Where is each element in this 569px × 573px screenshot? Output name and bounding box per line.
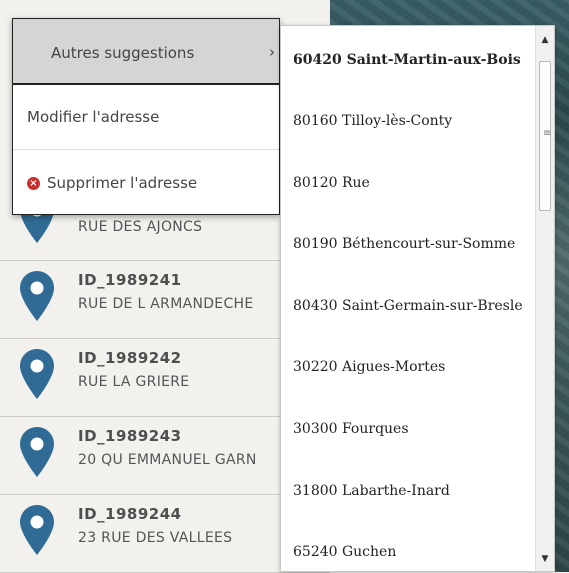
menu-item-label: Supprimer l'adresse: [47, 174, 198, 192]
suggestions-dropdown: 60420 Saint-Martin-aux-Bois 80160 Tilloy…: [280, 25, 555, 572]
menu-item-label: Autres suggestions: [51, 44, 195, 62]
suggestion-item[interactable]: 30300 Fourques: [293, 421, 409, 437]
suggestion-item[interactable]: 80160 Tilloy-lès-Conty: [293, 113, 452, 129]
address-id: ID_1989243: [78, 427, 182, 445]
menu-item-delete-address[interactable]: × Supprimer l'adresse: [13, 150, 279, 214]
address-id: ID_1989244: [78, 505, 182, 523]
map-pin-icon: [20, 271, 54, 321]
dropdown-scrollbar[interactable]: ▲ ≡ ▼: [535, 26, 554, 571]
menu-item-label: Modifier l'adresse: [27, 108, 160, 126]
address-text: RUE DE L ARMANDECHE: [78, 296, 254, 312]
scroll-down-arrow-icon[interactable]: ▼: [536, 551, 554, 567]
suggestion-item[interactable]: 80430 Saint-Germain-sur-Bresle: [293, 298, 523, 314]
suggestion-item[interactable]: 31800 Labarthe-Inard: [293, 483, 450, 499]
map-pin-icon: [20, 505, 54, 555]
suggestion-item[interactable]: 30220 Aigues-Mortes: [293, 359, 445, 375]
address-text: 23 RUE DES VALLEES: [78, 530, 233, 546]
grip-icon: ≡: [543, 128, 552, 139]
address-text: RUE DES AJONCS: [78, 219, 203, 235]
map-pin-icon: [20, 427, 54, 477]
address-text: RUE LA GRIERE: [78, 374, 190, 390]
suggestion-item[interactable]: 80190 Béthencourt-sur-Somme: [293, 236, 515, 252]
suggestion-item[interactable]: 80120 Rue: [293, 175, 370, 191]
address-id: ID_1989241: [78, 271, 182, 289]
menu-item-other-suggestions[interactable]: Autres suggestions ›: [13, 19, 279, 85]
menu-item-modify-address[interactable]: Modifier l'adresse: [13, 86, 279, 150]
address-text: 20 QU EMMANUEL GARN: [78, 452, 257, 468]
chevron-right-icon: ›: [269, 43, 275, 61]
context-menu: Autres suggestions › Modifier l'adresse …: [12, 18, 280, 215]
delete-circle-icon: ×: [27, 177, 40, 190]
scroll-up-arrow-icon[interactable]: ▲: [536, 32, 554, 48]
suggestion-item[interactable]: 65240 Guchen: [293, 544, 396, 560]
suggestion-item[interactable]: 60420 Saint-Martin-aux-Bois: [293, 52, 521, 68]
map-pin-icon: [20, 349, 54, 399]
scroll-thumb[interactable]: ≡: [539, 61, 551, 211]
address-id: ID_1989242: [78, 349, 182, 367]
